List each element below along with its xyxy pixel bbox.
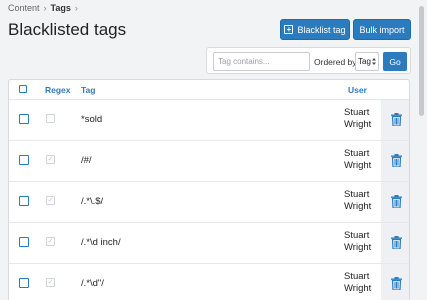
user-last-name: Wright (344, 242, 372, 253)
user-first-name: Stuart (344, 107, 370, 118)
bulk-import-label: Bulk import (359, 24, 405, 35)
user-cell: Stuart Wright (344, 189, 380, 213)
table-row: ✓ /#/ Stuart Wright (9, 141, 409, 182)
tag-cell: *sold (81, 114, 103, 125)
sort-icon (371, 58, 376, 65)
regex-checkbox (46, 114, 55, 123)
tag-search-input[interactable] (213, 52, 310, 71)
ordered-by-label: Ordered by: (314, 57, 359, 67)
regex-checkbox-checked: ✓ (46, 278, 55, 287)
user-cell: Stuart Wright (344, 107, 380, 131)
tag-cell: /#/ (81, 155, 92, 166)
go-label: Go (389, 56, 401, 67)
tags-table: Regex Tag User *sold Stuart Wright ✓ /#/ (8, 79, 410, 300)
action-cell (381, 141, 409, 181)
row-checkbox[interactable] (19, 155, 29, 165)
breadcrumb-content-link[interactable]: Content (8, 3, 40, 13)
user-last-name: Wright (344, 283, 372, 294)
table-row: ✓ /.*\d"/ Stuart Wright (9, 264, 409, 300)
user-last-name: Wright (344, 160, 372, 171)
user-cell: Stuart Wright (344, 271, 380, 295)
bulk-import-button[interactable]: Bulk import (353, 19, 411, 40)
trash-icon[interactable] (391, 113, 402, 126)
page-title: Blacklisted tags (8, 20, 127, 39)
action-cell (381, 223, 409, 263)
row-checkbox[interactable] (19, 114, 29, 124)
trash-icon[interactable] (391, 236, 402, 249)
tag-cell: /.*\.$/ (81, 196, 104, 207)
action-cell (381, 182, 409, 222)
filter-bar: Ordered by: Tag Go (206, 47, 411, 74)
row-checkbox[interactable] (19, 237, 29, 247)
user-first-name: Stuart (344, 189, 370, 200)
table-header: Regex Tag User (9, 80, 409, 100)
regex-checkbox-checked: ✓ (46, 196, 55, 205)
scrollbar-thumb[interactable] (419, 6, 424, 116)
order-by-select[interactable]: Tag (355, 52, 379, 71)
user-first-name: Stuart (344, 148, 370, 159)
breadcrumb-separator: › (43, 3, 47, 13)
order-by-value: Tag (358, 57, 371, 66)
user-first-name: Stuart (344, 230, 370, 241)
action-cell (381, 264, 409, 300)
go-button[interactable]: Go (383, 52, 407, 71)
table-row: *sold Stuart Wright (9, 100, 409, 141)
row-checkbox[interactable] (19, 196, 29, 206)
breadcrumb-tags-link[interactable]: Tags (51, 3, 71, 13)
regex-checkbox-checked: ✓ (46, 155, 55, 164)
breadcrumb: Content › Tags › (8, 3, 78, 13)
table-row: ✓ /.*\.$/ Stuart Wright (9, 182, 409, 223)
row-checkbox[interactable] (19, 278, 29, 288)
trash-icon[interactable] (391, 195, 402, 208)
regex-column-header[interactable]: Regex (45, 85, 71, 95)
tag-column-header[interactable]: Tag (81, 85, 95, 95)
user-cell: Stuart Wright (344, 148, 380, 172)
plus-square-icon: + (284, 25, 294, 34)
breadcrumb-separator: › (74, 3, 78, 13)
select-all-checkbox[interactable] (19, 85, 27, 93)
user-column-header[interactable]: User (348, 85, 367, 95)
scrollbar[interactable] (416, 0, 427, 300)
user-last-name: Wright (344, 119, 372, 130)
action-cell (381, 100, 409, 140)
tag-cell: /.*\d inch/ (81, 237, 121, 248)
regex-checkbox-checked: ✓ (46, 237, 55, 246)
user-first-name: Stuart (344, 271, 370, 282)
tag-cell: /.*\d"/ (81, 278, 104, 289)
user-last-name: Wright (344, 201, 372, 212)
table-row: ✓ /.*\d inch/ Stuart Wright (9, 223, 409, 264)
blacklist-tag-label: Blacklist tag (297, 24, 346, 35)
trash-icon[interactable] (391, 154, 402, 167)
trash-icon[interactable] (391, 277, 402, 290)
user-cell: Stuart Wright (344, 230, 380, 254)
blacklist-tag-button[interactable]: + Blacklist tag (280, 19, 350, 40)
